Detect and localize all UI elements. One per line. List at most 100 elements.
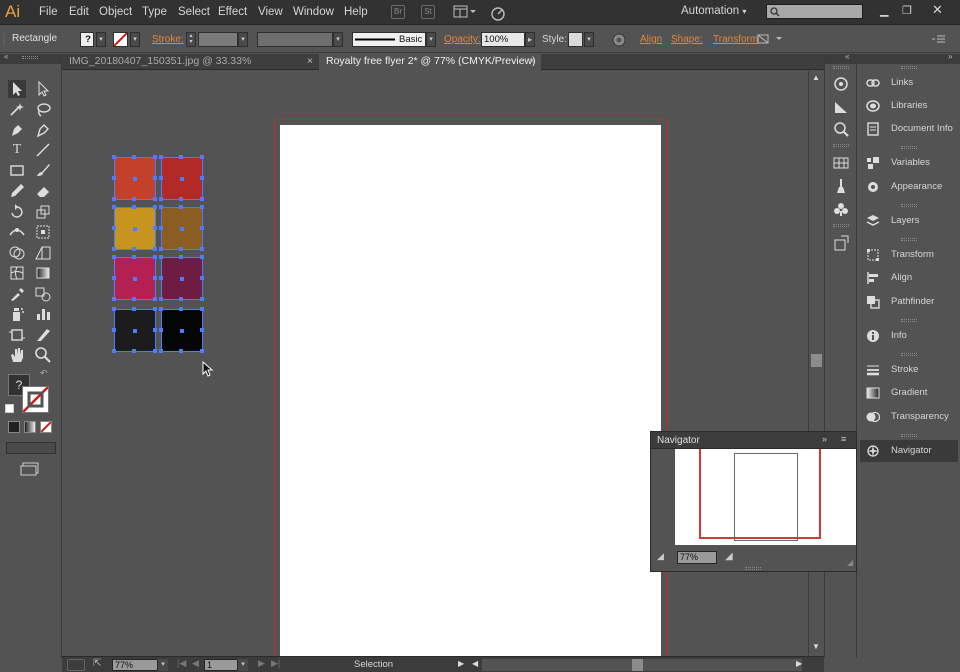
selection-handle[interactable] [159, 226, 163, 230]
tab-royalty-free-flyer[interactable]: Royalty free flyer 2* @ 77% (CMYK/Previe… [319, 54, 541, 70]
selection-handle[interactable] [112, 226, 116, 230]
adjust-icon[interactable] [833, 121, 849, 137]
panel-item-navigator[interactable]: Navigator [860, 440, 958, 462]
swatches-icon[interactable] [833, 155, 849, 171]
artboard-number-input[interactable]: 1 [204, 659, 238, 671]
selection-handle[interactable] [112, 349, 116, 353]
menu-type[interactable]: Type [142, 6, 167, 18]
panel-item-stroke[interactable]: Stroke [860, 359, 958, 381]
scroll-up-icon[interactable]: ▲ [812, 73, 820, 82]
type-icon[interactable]: T [8, 141, 26, 159]
stroke-weight-stepper[interactable]: ▴ ▾ [186, 32, 196, 47]
selection-handle[interactable] [159, 297, 163, 301]
drawing-modes-icon[interactable] [6, 442, 56, 454]
panel-item-pathfinder[interactable]: Pathfinder [860, 291, 958, 313]
scroll-left-icon[interactable]: ◀ [472, 659, 478, 668]
panel-item-document-info[interactable]: Document Info [860, 118, 958, 140]
blend-icon[interactable] [34, 285, 52, 303]
rectangle-icon[interactable] [8, 161, 26, 179]
perspective-icon[interactable] [34, 244, 52, 262]
zoom-out-icon[interactable]: ◢ [657, 551, 664, 562]
navigator-preview[interactable] [675, 449, 856, 545]
mesh-icon[interactable] [8, 264, 26, 282]
selection-handle[interactable] [132, 197, 136, 201]
pen-icon[interactable] [8, 121, 26, 139]
selection-handle[interactable] [159, 276, 163, 280]
selection-handle[interactable] [153, 328, 157, 332]
selection-handle[interactable] [179, 155, 183, 159]
selection-handle[interactable] [153, 247, 157, 251]
eraser-icon[interactable] [34, 182, 52, 200]
selection-handle[interactable] [153, 349, 157, 353]
share-icon[interactable]: ⇱ [93, 658, 101, 669]
selection-handle[interactable] [132, 255, 136, 259]
selection-handle[interactable] [132, 297, 136, 301]
selection-handle[interactable] [159, 197, 163, 201]
curvature-icon[interactable] [34, 121, 52, 139]
selection-handle[interactable] [132, 155, 136, 159]
selection-handle[interactable] [112, 247, 116, 251]
selection-handle[interactable] [179, 247, 183, 251]
fill-dropdown[interactable]: ▾ [96, 32, 106, 47]
selection-handle[interactable] [179, 205, 183, 209]
selection-handle[interactable] [159, 255, 163, 259]
tab-img-document[interactable]: IMG_20180407_150351.jpg @ 33.33% (RGB/Pr… [62, 54, 319, 82]
opacity-input[interactable]: 100% [481, 32, 525, 47]
navigator-zoom-input[interactable]: 77% [677, 551, 717, 564]
graphic-style-dropdown[interactable]: ▾ [584, 32, 594, 47]
close-tab-icon[interactable]: × [307, 54, 313, 69]
color-swatch-square[interactable] [112, 205, 157, 251]
horizontal-scroll-thumb[interactable] [632, 659, 643, 671]
panel-item-layers[interactable]: Layers [860, 210, 958, 232]
selection-handle[interactable] [179, 197, 183, 201]
resize-handle-icon[interactable]: ◢ [847, 558, 853, 567]
artboard-icon[interactable] [8, 326, 26, 344]
menu-object[interactable]: Object [99, 6, 132, 18]
creative-cloud-libraries-icon[interactable] [833, 76, 849, 92]
zoom-dropdown[interactable]: ▾ [158, 659, 168, 671]
menu-view[interactable]: View [258, 6, 283, 18]
selection-handle[interactable] [153, 155, 157, 159]
pencil-icon[interactable] [8, 182, 26, 200]
variable-width-dropdown[interactable]: ▾ [333, 32, 343, 47]
selection-handle[interactable] [159, 328, 163, 332]
slice-icon[interactable] [34, 326, 52, 344]
stroke-color-box[interactable] [22, 386, 49, 413]
menu-file[interactable]: File [39, 6, 58, 18]
paintbrush-icon[interactable] [34, 161, 52, 179]
selection-handle[interactable] [179, 255, 183, 259]
search-help-input[interactable] [766, 4, 863, 19]
stroke-label[interactable]: Stroke: [152, 34, 184, 45]
color-swatch-square[interactable] [112, 307, 157, 353]
default-colors-icon[interactable] [5, 404, 14, 413]
selection-handle[interactable] [200, 197, 204, 201]
swap-fill-stroke-icon[interactable]: ↶ [40, 368, 48, 379]
brush-dropdown[interactable]: ▾ [426, 32, 436, 47]
menu-window[interactable]: Window [293, 6, 334, 18]
selection-handle[interactable] [153, 205, 157, 209]
selection-handle[interactable] [200, 176, 204, 180]
screen-mode-icon[interactable] [20, 462, 40, 479]
width-icon[interactable] [8, 223, 26, 241]
gradient-icon[interactable] [34, 264, 52, 282]
close-window-icon[interactable]: ✕ [932, 2, 943, 18]
stock-icon[interactable]: St [421, 5, 435, 19]
artboard-dropdown[interactable]: ▾ [238, 659, 248, 671]
color-swatch-square[interactable] [112, 255, 157, 301]
align-link[interactable]: Align [640, 34, 662, 45]
asset-export-icon[interactable] [833, 235, 849, 251]
direct-selection-tool-icon[interactable] [34, 80, 52, 98]
color-guide-icon[interactable] [833, 99, 849, 115]
first-artboard-icon[interactable]: |◀ [177, 658, 186, 669]
stroke-weight-input[interactable] [198, 32, 238, 47]
scroll-right-icon[interactable]: ▶ [796, 659, 802, 668]
arrange-documents-icon[interactable] [453, 5, 477, 22]
selection-handle[interactable] [159, 349, 163, 353]
selection-handle[interactable] [200, 205, 204, 209]
selection-handle[interactable] [153, 276, 157, 280]
variable-width-profile[interactable] [257, 32, 333, 47]
control-panel-menu-icon[interactable] [932, 33, 946, 48]
selection-handle[interactable] [200, 328, 204, 332]
selection-handle[interactable] [159, 247, 163, 251]
recolor-artwork-icon[interactable] [612, 33, 626, 50]
